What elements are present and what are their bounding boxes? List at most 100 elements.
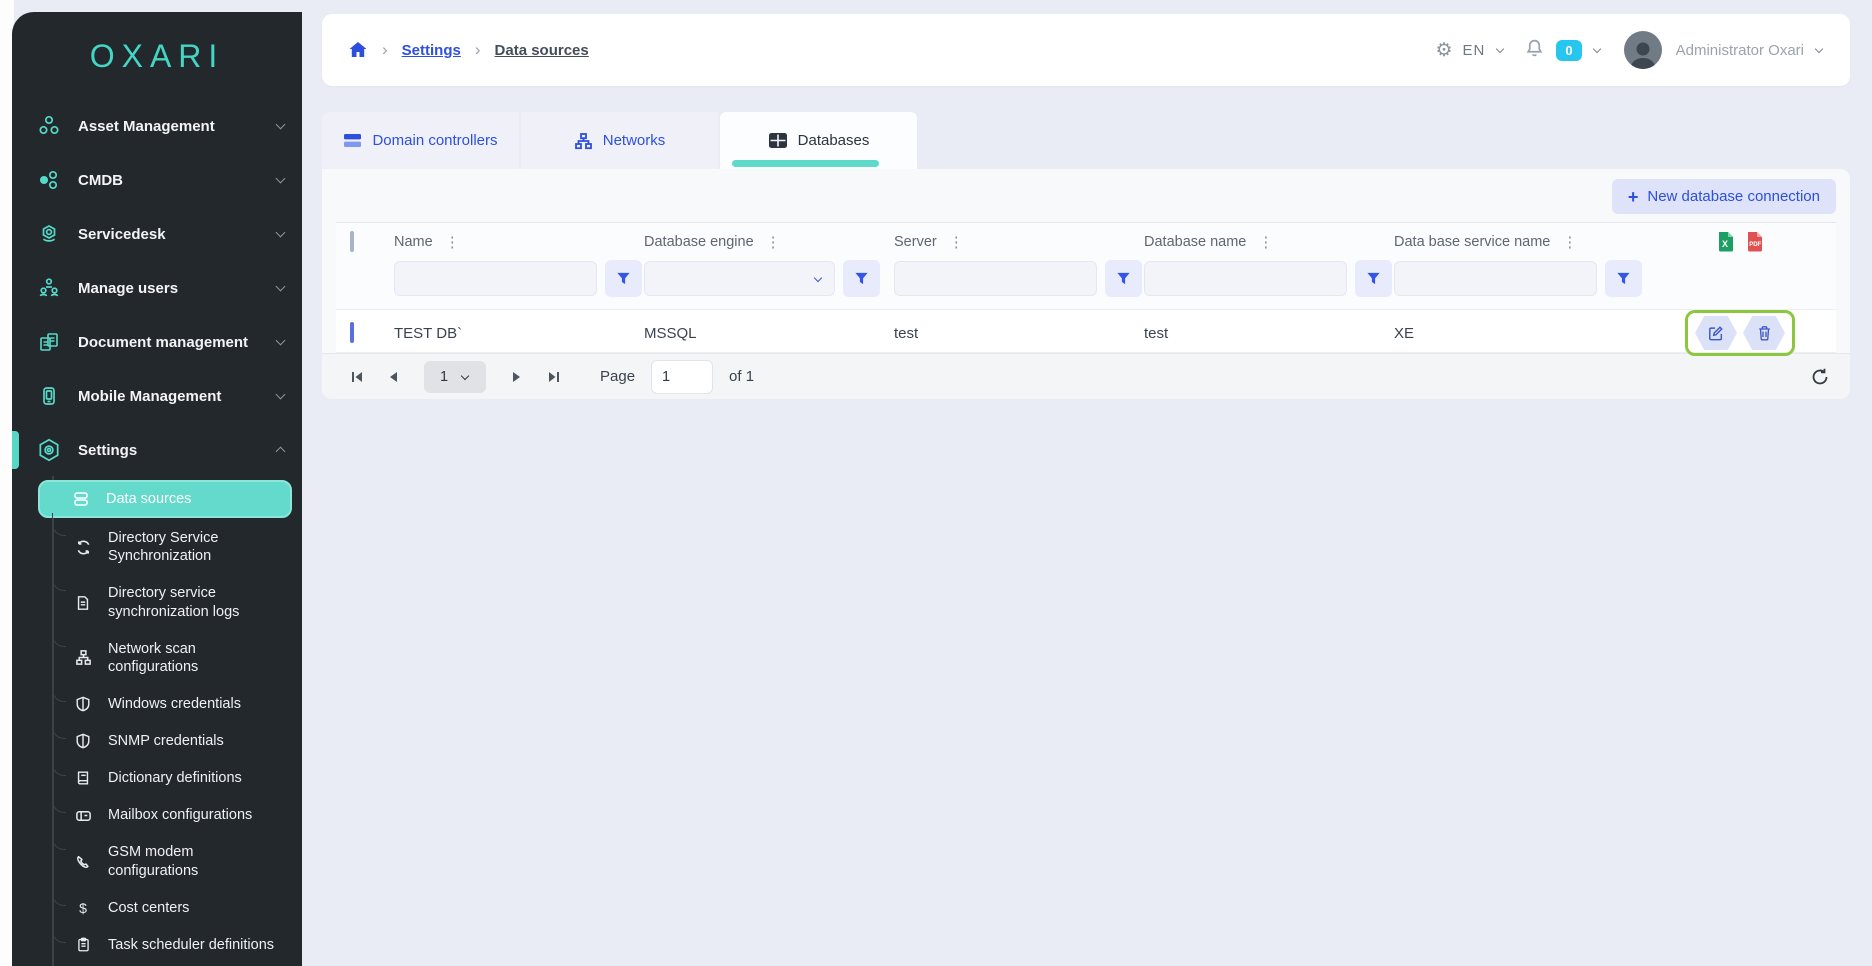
filter-server-input[interactable] [894,261,1097,296]
clipboard-icon [74,936,92,954]
user-name: Administrator Oxari [1676,42,1804,59]
manage-users-icon [36,275,62,301]
last-page-button[interactable] [538,362,568,392]
sidebar-subitem-gsm-modem-configurations[interactable]: GSM modem configurations [12,835,292,887]
caret-down-icon [461,371,469,379]
sidebar-item-mobile-management[interactable]: Mobile Management [12,369,302,423]
filter-engine-input[interactable] [644,261,835,296]
application-window: OXARI Asset Management CMDB [0,0,1872,966]
tab-label: Networks [603,132,666,149]
databases-panel: + New database connection Name⋮ Database… [322,169,1850,399]
sidebar-subitem-network-scan-configurations[interactable]: Network scan configurations [12,632,292,684]
sidebar-item-label: Manage users [78,280,261,297]
new-database-connection-button[interactable]: + New database connection [1612,179,1836,214]
databases-icon [768,132,788,149]
sidebar-menu: Asset Management CMDB Servicedesk [12,93,302,966]
export-pdf-icon[interactable]: PDF [1745,231,1764,252]
filter-engine-button[interactable] [843,260,880,297]
shield-icon [74,732,92,750]
sidebar-subitem-label: Network scan configurations [108,640,282,676]
column-menu-icon[interactable]: ⋮ [1560,233,1579,251]
language-selector[interactable]: EN [1463,42,1486,59]
edit-row-button[interactable] [1695,316,1737,350]
caret-down-icon[interactable] [1496,45,1504,53]
sidebar-subitem-label: Windows credentials [108,695,241,713]
filter-name-input[interactable] [394,261,597,296]
tab-domain-controllers[interactable]: Domain controllers [322,112,519,169]
column-header-database-name: Database name [1144,234,1246,250]
sidebar-subitem-data-sources[interactable]: Data sources [38,480,292,518]
filter-database-name-button[interactable] [1355,260,1392,297]
tab-label: Domain controllers [372,132,497,149]
filter-service-name-button[interactable] [1605,260,1642,297]
breadcrumb-bar: › Settings › Data sources ⚙ EN 0 Adminis… [322,14,1850,86]
filter-server-button[interactable] [1105,260,1142,297]
new-database-connection-label: New database connection [1647,188,1820,205]
page-number-select[interactable]: 1 [424,361,486,393]
data-sources-icon [72,490,90,508]
table-filter-row [336,252,1836,309]
avatar[interactable] [1624,31,1662,69]
filter-database-name-input[interactable] [1144,261,1347,296]
sidebar-item-manage-users[interactable]: Manage users [12,261,302,315]
document-management-icon [36,329,62,355]
breadcrumb-separator: › [382,40,388,60]
chevron-down-icon [276,174,286,184]
sidebar-subitem-label: Task scheduler definitions [108,936,274,954]
caret-down-icon[interactable] [1815,45,1823,53]
cell-name: TEST DB` [394,325,644,342]
dollar-icon: $ [74,899,92,917]
sidebar-subitem-label: Dictionary definitions [108,769,242,787]
sidebar-subitem-directory-service-synchronization[interactable]: Directory Service Synchronization [12,521,292,573]
previous-page-button[interactable] [378,362,408,392]
sidebar-subitem-directory-sync-logs[interactable]: Directory service synchronization logs [12,576,292,628]
sidebar-item-servicedesk[interactable]: Servicedesk [12,207,302,261]
column-menu-icon[interactable]: ⋮ [764,233,783,251]
tab-databases[interactable]: Databases [720,112,917,169]
refresh-button[interactable] [1810,367,1830,387]
home-icon[interactable] [348,40,368,60]
sidebar: OXARI Asset Management CMDB [12,12,302,966]
column-menu-icon[interactable]: ⋮ [443,233,462,251]
delete-row-button[interactable] [1743,316,1785,350]
row-checkbox[interactable] [350,322,354,343]
column-menu-icon[interactable]: ⋮ [947,233,966,251]
shield-icon [74,695,92,713]
servicedesk-icon [36,221,62,247]
sidebar-subitem-label: Data sources [106,490,191,508]
filter-service-name-input[interactable] [1394,261,1597,296]
gear-icon[interactable]: ⚙ [1436,39,1453,62]
cell-server: test [894,325,1144,342]
breadcrumb-separator: › [475,40,481,60]
sidebar-item-asset-management[interactable]: Asset Management [12,99,302,153]
page-select-value: 1 [440,369,448,385]
sidebar-item-cmdb[interactable]: CMDB [12,153,302,207]
filter-engine-dropdown[interactable] [644,261,835,296]
networks-icon [574,132,593,150]
mobile-management-icon [36,383,62,409]
pagination-bar: 1 Page of 1 [322,353,1850,399]
breadcrumb-link-settings[interactable]: Settings [402,42,461,59]
sidebar-item-document-management[interactable]: Document management [12,315,302,369]
sidebar-item-settings[interactable]: Settings [12,423,302,477]
topbar-actions: ⚙ EN 0 Administrator Oxari [1436,31,1825,69]
sidebar-item-label: Asset Management [78,118,261,135]
export-excel-icon[interactable]: X [1716,231,1735,252]
caret-down-icon[interactable] [1592,45,1600,53]
sidebar-item-label: Document management [78,334,261,351]
notification-bell-icon[interactable] [1525,38,1544,62]
table-header-row: Name⋮ Database engine⋮ Server⋮ Database … [336,223,1836,252]
tab-networks[interactable]: Networks [521,112,718,169]
chevron-down-icon [276,120,286,130]
next-page-button[interactable] [502,362,532,392]
column-header-service-name: Data base service name [1394,234,1550,250]
column-menu-icon[interactable]: ⋮ [1256,233,1275,251]
table-row[interactable]: TEST DB` MSSQL test test XE [336,309,1836,353]
column-header-server: Server [894,234,937,250]
page-number-input[interactable] [651,360,713,394]
first-page-button[interactable] [342,362,372,392]
filter-name-button[interactable] [605,260,642,297]
select-all-checkbox[interactable] [350,231,354,252]
sidebar-item-label: Settings [78,442,261,459]
sidebar-subitem-label: Directory Service Synchronization [108,529,282,565]
